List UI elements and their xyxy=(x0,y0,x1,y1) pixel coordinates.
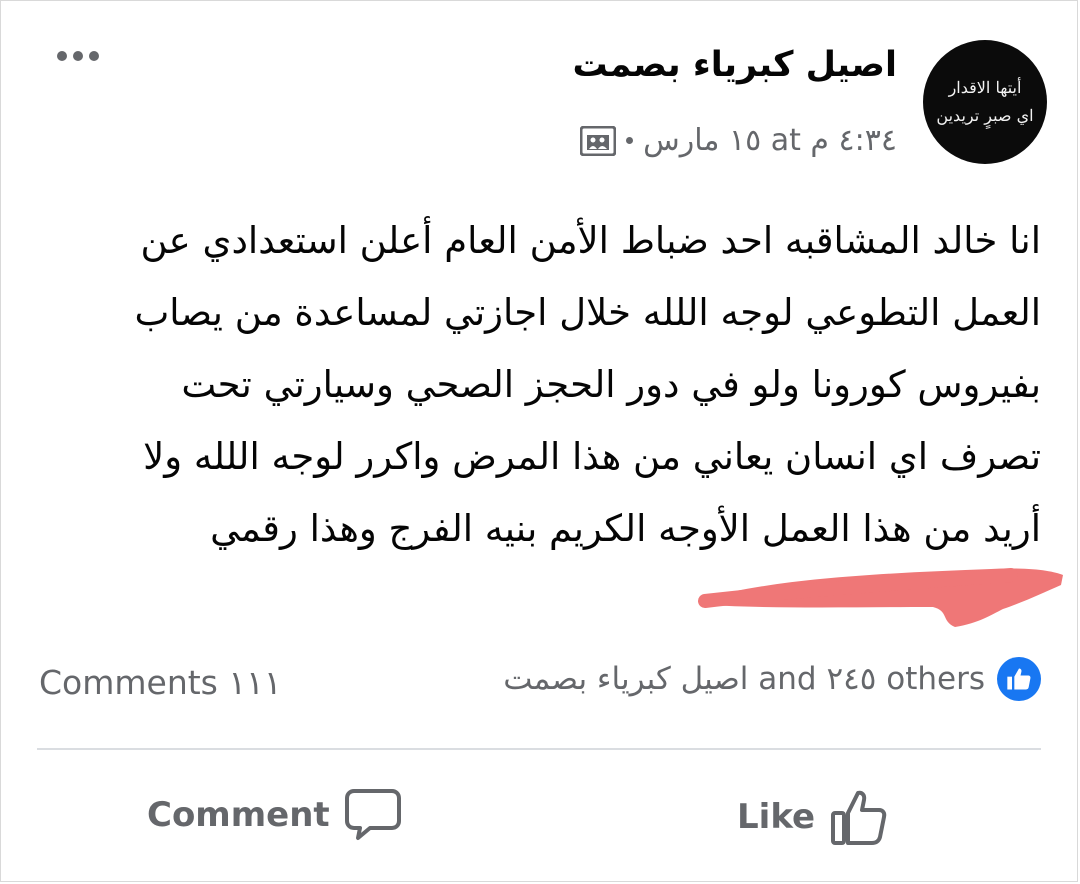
reactions-summary[interactable]: اصيل كبرياء بصمت and ٢٤٥ others xyxy=(503,657,1041,701)
more-options-icon[interactable] xyxy=(57,51,99,61)
comment-icon xyxy=(344,789,401,840)
like-label: Like xyxy=(737,797,816,837)
author-name[interactable]: اصيل كبرياء بصمت xyxy=(573,45,897,85)
separator-dot xyxy=(626,137,634,144)
album-icon xyxy=(580,125,617,156)
timestamp[interactable]: ١٥ مارس at ٤:٣٤ م xyxy=(643,123,897,158)
avatar[interactable]: أيتها الاقدار اي صبرٍ تريدين xyxy=(923,40,1047,164)
reactions-text: اصيل كبرياء بصمت and ٢٤٥ others xyxy=(503,661,985,697)
post-meta: ١٥ مارس at ٤:٣٤ م xyxy=(580,123,897,158)
comments-count[interactable]: Comments ١١١ xyxy=(39,663,282,702)
avatar-line-1: أيتها الاقدار xyxy=(948,78,1022,97)
like-button[interactable]: Like xyxy=(737,787,889,847)
post-card: أيتها الاقدار اي صبرٍ تريدين اصيل كبرياء… xyxy=(0,0,1078,882)
thumbs-up-icon xyxy=(831,790,887,845)
comment-label: Comment xyxy=(147,795,330,835)
divider xyxy=(37,748,1041,750)
avatar-line-2: اي صبرٍ تريدين xyxy=(936,106,1034,125)
comment-button[interactable]: Comment xyxy=(147,787,402,843)
like-reaction-icon xyxy=(997,657,1041,701)
redaction-scribble xyxy=(698,568,1063,627)
post-body: انا خالد المشاقبه احد ضباط الأمن العام أ… xyxy=(134,219,1041,550)
